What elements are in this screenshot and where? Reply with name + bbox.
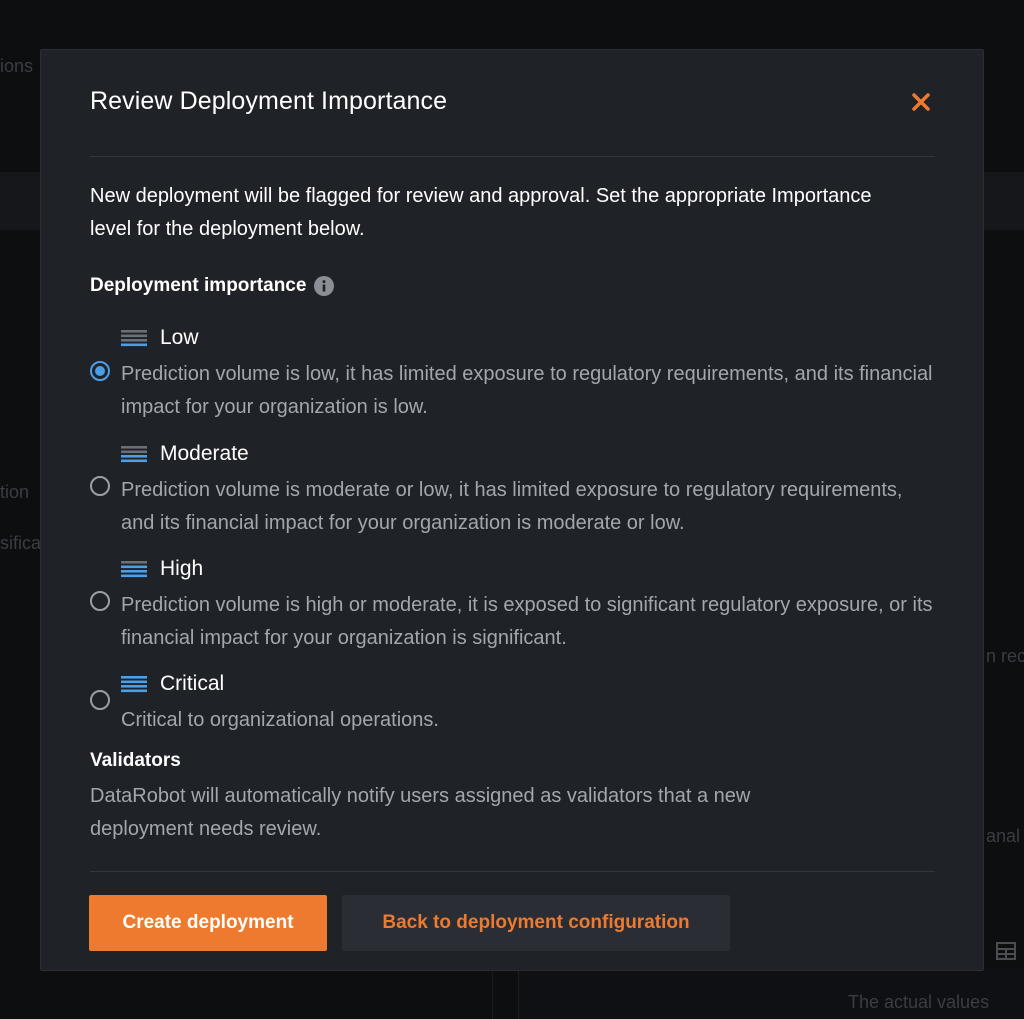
create-deployment-button[interactable]: Create deployment bbox=[89, 895, 327, 951]
importance-level-icon bbox=[121, 560, 147, 578]
level-bar bbox=[121, 561, 147, 564]
importance-radio-moderate[interactable] bbox=[90, 476, 110, 496]
importance-option-high[interactable]: High Prediction volume is high or modera… bbox=[90, 556, 950, 649]
option-description: Prediction volume is high or moderate, i… bbox=[121, 594, 933, 649]
level-bar bbox=[121, 334, 147, 338]
level-bar bbox=[121, 330, 147, 333]
option-description: Prediction volume is moderate or low, it… bbox=[121, 479, 903, 534]
modal-title: Review Deployment Importance bbox=[90, 87, 448, 115]
level-bar bbox=[121, 565, 147, 569]
option-description: Critical to organizational operations. bbox=[121, 709, 439, 731]
review-deployment-modal: Review Deployment Importance New deploym… bbox=[40, 49, 984, 971]
option-header: Low bbox=[121, 325, 199, 351]
option-label: Critical bbox=[160, 672, 225, 695]
background-text: n rec bbox=[986, 646, 1024, 666]
option-label: Low bbox=[160, 326, 199, 349]
level-bar bbox=[121, 685, 147, 688]
level-bar bbox=[121, 574, 147, 578]
level-bar bbox=[121, 570, 147, 573]
importance-option-low[interactable]: Low Prediction volume is low, it has lim… bbox=[90, 325, 950, 418]
level-bar bbox=[121, 459, 147, 463]
background-text: ions bbox=[0, 56, 34, 76]
background-text: sifica bbox=[0, 533, 42, 553]
level-bar bbox=[121, 680, 147, 684]
option-header: High bbox=[121, 556, 203, 582]
close-button[interactable] bbox=[907, 88, 935, 116]
importance-level-icon bbox=[121, 675, 147, 693]
level-bar bbox=[121, 343, 147, 347]
option-label: High bbox=[160, 557, 204, 580]
option-label: Moderate bbox=[160, 442, 249, 465]
level-bar bbox=[121, 689, 147, 693]
background-text: The actual values bbox=[848, 992, 990, 1012]
modal-header: Review Deployment Importance bbox=[90, 50, 935, 157]
back-to-configuration-button[interactable]: Back to deployment configuration bbox=[342, 895, 730, 951]
background-text: anal bbox=[986, 826, 1021, 846]
importance-option-moderate[interactable]: Moderate Prediction volume is moderate o… bbox=[90, 441, 950, 534]
option-header: Critical bbox=[121, 671, 224, 697]
importance-level-icon bbox=[121, 445, 147, 463]
importance-level-icon bbox=[121, 329, 147, 347]
level-bar bbox=[121, 446, 147, 449]
footer-divider bbox=[90, 871, 935, 872]
level-bar bbox=[121, 676, 147, 679]
modal-intro-text: New deployment will be flagged for revie… bbox=[90, 185, 872, 240]
option-description: Prediction volume is low, it has limited… bbox=[121, 363, 933, 418]
importance-option-critical[interactable]: Critical Critical to organizational oper… bbox=[90, 671, 950, 731]
level-bar bbox=[121, 339, 147, 342]
option-header: Moderate bbox=[121, 441, 249, 467]
level-bar bbox=[121, 450, 147, 454]
importance-radio-high[interactable] bbox=[90, 591, 110, 611]
validators-description: DataRobot will automatically notify user… bbox=[90, 785, 751, 840]
level-bar bbox=[121, 455, 147, 458]
validators-title: Validators bbox=[90, 750, 181, 771]
importance-radio-low[interactable] bbox=[90, 361, 110, 381]
background-panel-left bbox=[0, 968, 493, 1019]
deployment-importance-label: Deployment importance bbox=[90, 275, 335, 297]
deployment-importance-label-text: Deployment importance bbox=[90, 275, 307, 296]
table-icon bbox=[996, 942, 1016, 960]
close-icon bbox=[912, 93, 930, 111]
importance-radio-critical[interactable] bbox=[90, 690, 110, 710]
info-icon[interactable] bbox=[314, 276, 335, 296]
background-text: tion bbox=[0, 482, 30, 502]
